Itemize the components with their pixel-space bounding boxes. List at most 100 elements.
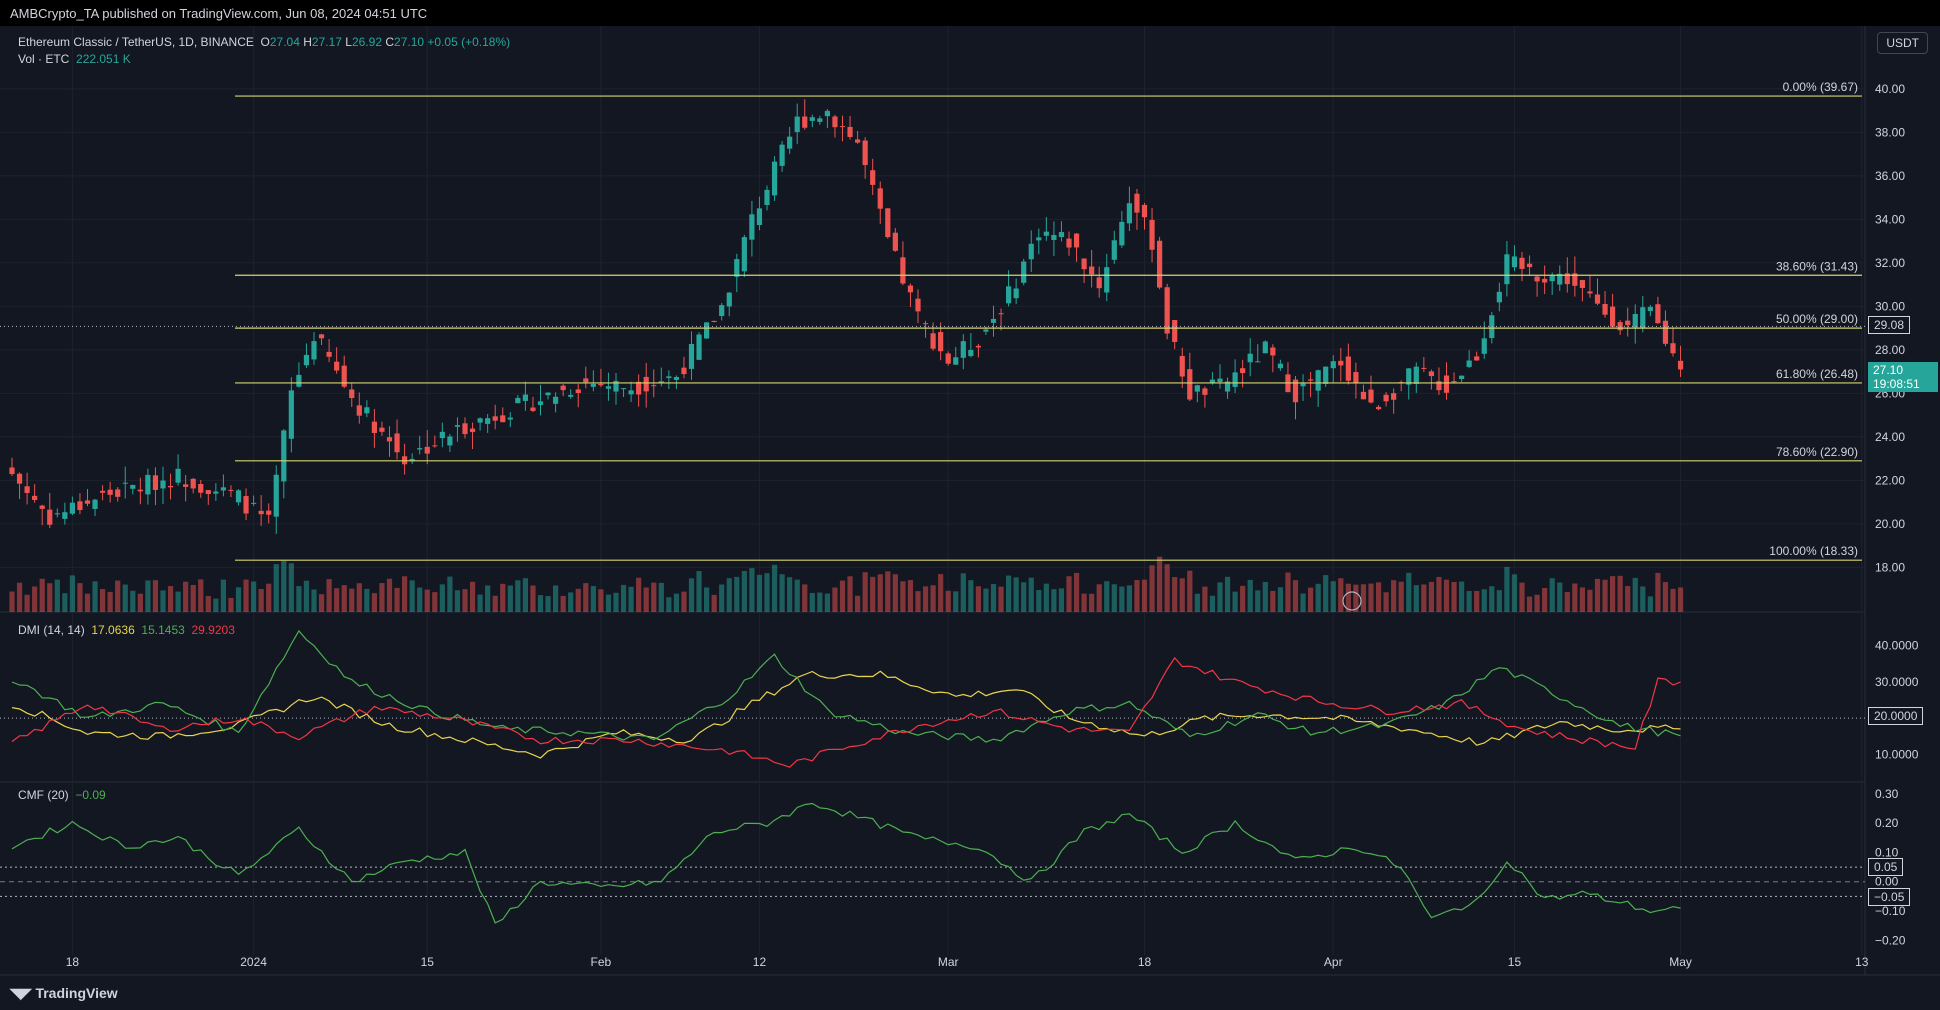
candle-body — [145, 474, 151, 495]
volume-bar — [183, 581, 189, 612]
candle-body — [620, 388, 627, 390]
volume-bar — [817, 592, 823, 612]
volume-bar — [160, 590, 166, 612]
candle-body — [1677, 360, 1684, 370]
low-value: 26.92 — [351, 35, 383, 49]
volume-bar — [1217, 582, 1223, 612]
volume-bar — [122, 584, 128, 612]
price-chart[interactable]: 18 2024 15 Feb 12 Mar 18 Apr 15 May 13 40.00 38.00 36… — [0, 0, 1940, 1010]
candle-body — [771, 161, 778, 196]
candle-body — [847, 126, 853, 137]
volume-bar — [296, 586, 302, 612]
volume-bar — [273, 564, 279, 612]
candle-body — [1451, 381, 1457, 383]
volume-bar — [1451, 582, 1457, 612]
candle-body — [1511, 256, 1518, 268]
cmf-label: CMF (20) — [18, 788, 69, 802]
candle-body — [243, 496, 249, 514]
candle-body — [364, 407, 370, 414]
volume-bar — [1526, 596, 1533, 612]
volume-bar — [907, 580, 914, 612]
candle-body — [115, 489, 121, 497]
volume-bar — [1262, 581, 1268, 612]
candle-body — [749, 214, 755, 240]
volume-bar — [1459, 581, 1465, 612]
candle-body — [386, 437, 393, 442]
candle-body — [1104, 267, 1110, 293]
volume-bar — [115, 580, 121, 612]
candle-body — [605, 386, 612, 389]
candle-body — [628, 390, 634, 395]
candle-body — [1428, 371, 1434, 377]
candle-body — [183, 484, 189, 487]
candle-body — [349, 389, 355, 399]
candle-body — [598, 383, 604, 386]
close-value: 27.10 — [394, 35, 425, 49]
candle-body — [394, 433, 400, 453]
tradingview-logo[interactable]: ◥◤ TradingView — [10, 985, 118, 1002]
candle-body — [688, 343, 695, 369]
candle-body — [1172, 320, 1178, 342]
candle-body — [1157, 240, 1163, 288]
volume-bar — [658, 582, 664, 612]
x-tick-label: Feb — [591, 955, 612, 969]
candle-body — [522, 394, 528, 401]
candle-body — [477, 418, 483, 423]
volume-bar — [1474, 590, 1480, 612]
volume-bar — [749, 568, 755, 612]
volume-bar — [1028, 577, 1034, 612]
candle-body — [892, 232, 898, 251]
volume-bar — [1610, 576, 1616, 612]
volume-bar — [975, 586, 981, 612]
candle-body — [1330, 361, 1336, 369]
candle-body — [1655, 304, 1661, 324]
volume-bar — [515, 580, 521, 612]
candle-body — [938, 332, 944, 352]
volume-bar — [198, 579, 204, 612]
cmf-value: −0.09 — [75, 788, 106, 802]
candle-body — [205, 490, 211, 495]
candle-body — [696, 334, 702, 360]
volume-bar — [454, 590, 461, 612]
volume-bar — [583, 583, 589, 612]
candle-body — [1126, 203, 1132, 224]
candle-body — [870, 170, 876, 185]
volume-bar — [205, 596, 211, 612]
volume-bar — [688, 578, 695, 612]
candle-body — [1526, 263, 1533, 268]
volume-bar — [613, 592, 619, 612]
volume-bar — [1594, 578, 1601, 612]
candle-body — [1670, 343, 1676, 354]
candle-body — [1300, 383, 1306, 387]
cmf-tick-label: 0.00 — [1875, 875, 1899, 889]
volume-bar — [84, 593, 91, 612]
volume-bar — [1043, 583, 1049, 612]
candle-body — [809, 117, 815, 121]
volume-bar — [213, 598, 219, 612]
currency-button[interactable]: USDT — [1877, 32, 1928, 54]
volume-bar — [1534, 594, 1540, 612]
candle-body — [530, 407, 536, 411]
x-tick-label: 12 — [753, 955, 767, 969]
candle-body — [1368, 389, 1374, 403]
volume-bar — [1391, 580, 1397, 612]
volume-bar — [553, 585, 559, 612]
candle-body — [998, 313, 1004, 315]
volume-bar — [152, 580, 159, 612]
volume-bar — [175, 591, 181, 612]
volume-bar — [990, 583, 997, 612]
candle-body — [1345, 356, 1351, 381]
volume-bar — [1481, 589, 1487, 612]
open-label: O — [260, 35, 270, 49]
candle-body — [1028, 243, 1034, 260]
volume-bar — [1330, 581, 1336, 612]
candle-body — [107, 489, 113, 495]
candle-body — [1459, 375, 1465, 380]
candle-body — [1625, 320, 1631, 326]
volume-bar — [847, 576, 853, 612]
volume-bar — [1436, 576, 1442, 612]
volume-bar — [545, 596, 551, 612]
volume-bar — [1111, 584, 1117, 612]
candle-body — [862, 140, 868, 166]
candle-body — [54, 513, 60, 515]
